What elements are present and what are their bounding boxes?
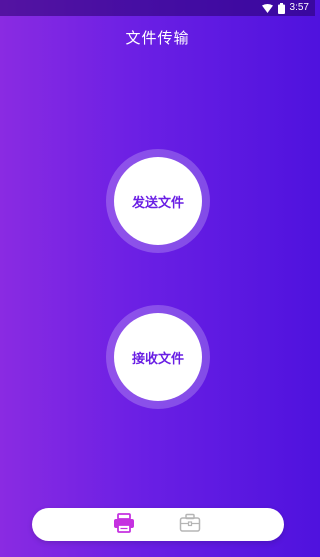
status-bar: 3:57 (0, 0, 315, 16)
receive-file-ring: 接收文件 (106, 305, 210, 409)
send-file-button[interactable]: 发送文件 (114, 157, 202, 245)
printer-icon (113, 513, 135, 537)
status-time: 3:57 (289, 2, 309, 13)
send-file-ring: 发送文件 (106, 149, 210, 253)
receive-file-label: 接收文件 (131, 351, 184, 367)
status-right: 3:57 (261, 1, 309, 15)
nav-briefcase-tab[interactable] (178, 513, 202, 537)
nav-printer-tab[interactable] (112, 513, 136, 537)
wifi-icon (261, 3, 273, 13)
receive-file-button[interactable]: 接收文件 (114, 313, 202, 401)
bottom-nav-bar (32, 508, 284, 541)
send-file-label: 发送文件 (131, 195, 184, 211)
page-title: 文件传输 (125, 29, 190, 47)
briefcase-icon (179, 513, 201, 537)
battery-icon (277, 2, 285, 14)
